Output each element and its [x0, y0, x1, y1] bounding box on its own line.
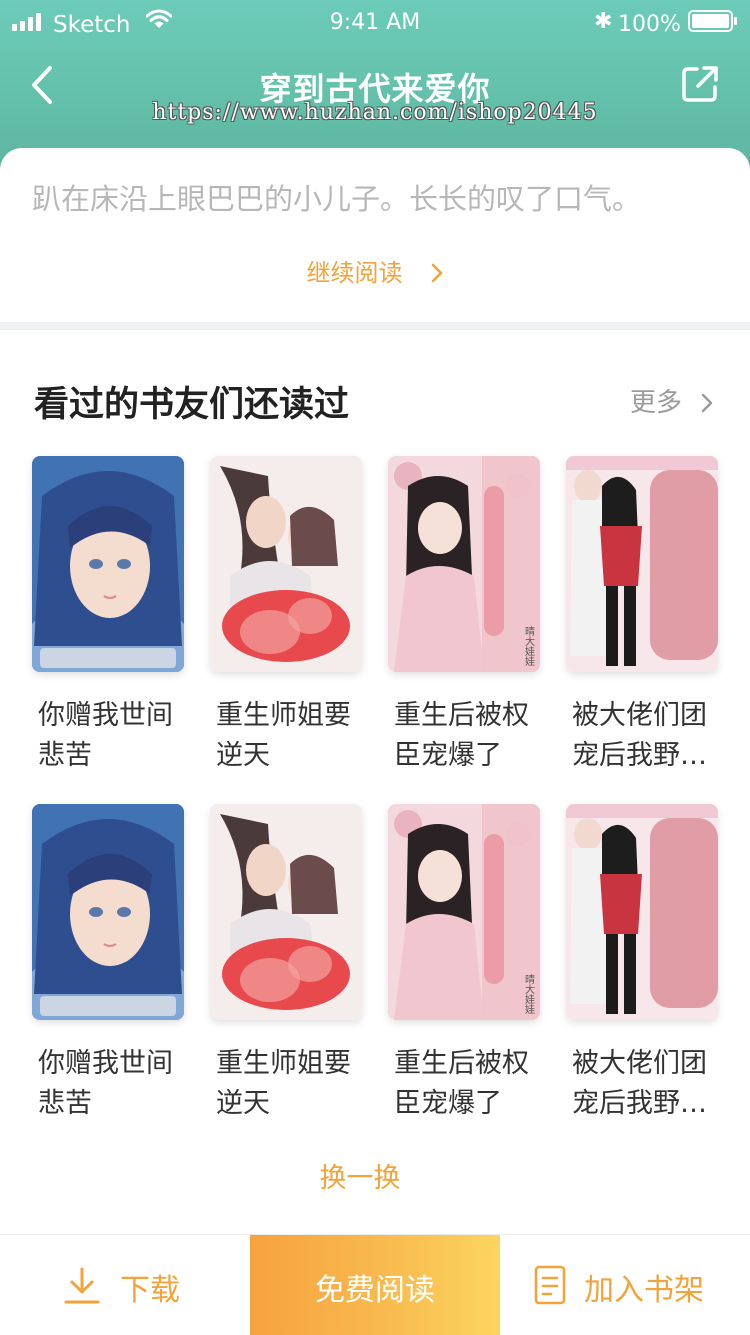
chevron-right-icon [702, 393, 713, 413]
share-icon[interactable] [680, 64, 720, 104]
cover-modern-couple [566, 804, 718, 1020]
book-cover [32, 456, 184, 672]
book-card[interactable]: 被大佬们团宠后我野… [566, 456, 718, 776]
book-card[interactable]: 晴大娃娃 重生后被权臣宠爆了 [388, 456, 540, 776]
cover-pink-ancient: 晴大娃娃 [388, 456, 540, 672]
book-card[interactable]: 晴大娃娃 重生后被权臣宠爆了 [388, 804, 540, 1124]
bookshelf-icon [534, 1265, 566, 1305]
cover-modern-couple [566, 456, 718, 672]
section-divider [0, 322, 750, 330]
book-title: 重生师姐要逆天 [216, 700, 351, 771]
status-bar: Sketch 9:41 AM ✱ 100% [0, 0, 750, 52]
book-card[interactable]: 重生师姐要逆天 [210, 804, 362, 1124]
book-title: 被大佬们团宠后我野… [572, 700, 707, 771]
svg-text:晴大娃娃: 晴大娃娃 [523, 625, 535, 667]
cover-blue-girl [32, 456, 184, 672]
download-button[interactable]: 下载 [0, 1235, 250, 1335]
add-to-shelf-label: 加入书架 [584, 1273, 704, 1308]
book-card[interactable]: 你赠我世间悲苦 [32, 456, 184, 776]
cover-couple-red [210, 804, 362, 1020]
svg-text:晴大娃娃: 晴大娃娃 [523, 973, 535, 1015]
section-title: 看过的书友们还读过 [34, 385, 350, 425]
cover-blue-girl [32, 804, 184, 1020]
refresh-button[interactable]: 换一换 [0, 1156, 720, 1195]
bottom-action-bar: 下载 免费阅读 加入书架 [0, 1234, 750, 1335]
book-card[interactable]: 重生师姐要逆天 [210, 456, 362, 776]
book-cover [566, 456, 718, 672]
book-card[interactable]: 被大佬们团宠后我野… [566, 804, 718, 1124]
battery-icon [688, 10, 737, 32]
more-label: 更多 [630, 388, 683, 418]
book-card[interactable]: 你赠我世间悲苦 [32, 804, 184, 1124]
cover-pink-ancient: 晴大娃娃 [388, 804, 540, 1020]
book-cover [32, 804, 184, 1020]
book-title: 重生师姐要逆天 [216, 1048, 351, 1119]
free-read-label: 免费阅读 [315, 1273, 435, 1308]
book-cover [566, 804, 718, 1020]
continue-reading-button[interactable]: 继续阅读 [0, 253, 750, 288]
add-to-shelf-button[interactable]: 加入书架 [500, 1235, 750, 1335]
chevron-right-icon [431, 263, 442, 283]
book-title: 你赠我世间悲苦 [38, 1048, 173, 1119]
book-title: 重生后被权臣宠爆了 [394, 700, 529, 771]
watermark-text: https://www.huzhan.com/ishop20445 [152, 100, 598, 125]
download-label: 下载 [120, 1273, 180, 1308]
book-cover: 晴大娃娃 [388, 804, 540, 1020]
cover-couple-red [210, 456, 362, 672]
battery-percent: 100% [618, 12, 681, 37]
book-cover [210, 456, 362, 672]
book-cover: 晴大娃娃 [388, 456, 540, 672]
book-cover [210, 804, 362, 1020]
book-title: 被大佬们团宠后我野… [572, 1048, 707, 1119]
content-card: 趴在床沿上眼巴巴的小儿子。长长的叹了口气。 继续阅读 看过的书友们还读过 更多 [0, 148, 750, 1238]
book-title: 重生后被权臣宠爆了 [394, 1048, 529, 1119]
free-read-button[interactable]: 免费阅读 [250, 1235, 500, 1335]
chapter-excerpt: 趴在床沿上眼巴巴的小儿子。长长的叹了口气。 [32, 182, 642, 216]
book-title: 你赠我世间悲苦 [38, 700, 173, 771]
bluetooth-icon: ✱ [594, 9, 613, 34]
download-icon [64, 1267, 100, 1304]
continue-reading-label: 继续阅读 [306, 259, 403, 287]
more-button[interactable]: 更多 [630, 382, 714, 419]
